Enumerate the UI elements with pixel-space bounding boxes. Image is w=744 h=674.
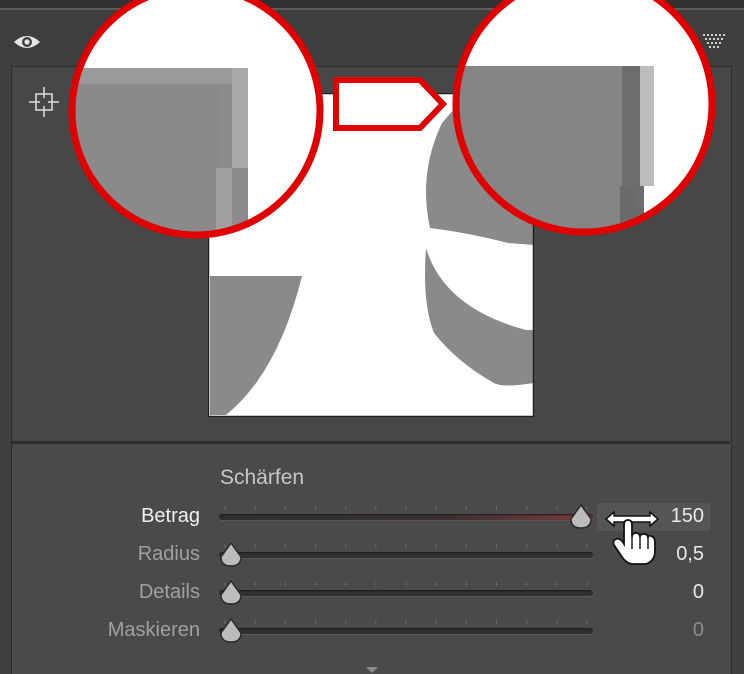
slider-ticks-details: [224, 582, 588, 586]
slider-ticks-betrag: [224, 506, 588, 510]
slider-label-details: Details: [138, 581, 200, 603]
slider-track-betrag[interactable]: [219, 514, 593, 520]
triangle-menu-icon[interactable]: [702, 33, 726, 51]
slider-value-radius[interactable]: 0,5: [676, 543, 704, 566]
slider-label-maskieren: Maskieren: [107, 619, 200, 641]
slider-ticks-radius: [224, 544, 588, 548]
slider-thumb-radius[interactable]: [219, 541, 243, 569]
slider-value-details[interactable]: 0: [693, 581, 704, 604]
eye-icon[interactable]: [12, 32, 42, 52]
slider-value-maskieren[interactable]: 0: [693, 619, 704, 642]
section-title: Schärfen: [220, 466, 305, 489]
slider-track-radius[interactable]: [219, 552, 593, 558]
slider-label-radius: Radius: [137, 543, 200, 565]
crosshair-target-icon[interactable]: [28, 86, 60, 118]
slider-thumb-maskieren[interactable]: [219, 617, 243, 645]
slider-track-details[interactable]: [219, 590, 593, 596]
slider-thumb-betrag[interactable]: [569, 503, 593, 531]
slider-track-maskieren[interactable]: [219, 628, 593, 634]
panel-header: [0, 10, 744, 66]
slider-label-betrag: Betrag: [141, 505, 200, 527]
zoomed-preview-image[interactable]: [208, 93, 534, 417]
hand-scrub-cursor-icon: [604, 510, 660, 565]
slider-value-betrag[interactable]: 150: [671, 505, 704, 528]
top-strip: [0, 0, 744, 10]
slider-thumb-details[interactable]: [219, 579, 243, 607]
slider-ticks-maskieren: [224, 620, 588, 624]
chevron-down-icon[interactable]: [365, 666, 379, 674]
